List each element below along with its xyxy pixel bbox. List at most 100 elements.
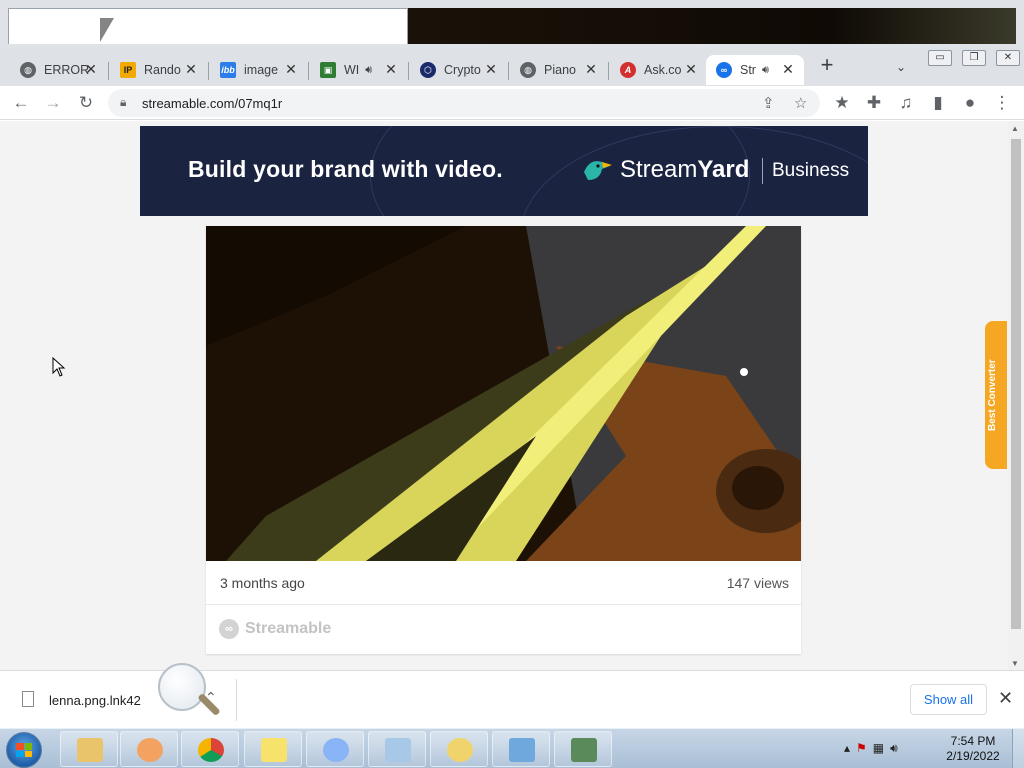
streamable-footer-logo[interactable]: ∞ Streamable [219,619,331,639]
download-file-name[interactable]: lenna.png.lnk42 [49,693,141,708]
game-icon: ▣ [320,62,336,78]
view-count: 147 views [726,575,789,591]
video-player[interactable] [206,226,801,561]
scrollbar-thumb[interactable] [1011,139,1021,629]
tab-crypto[interactable]: ⬡ Crypto ✕ [410,55,507,85]
speaker-icon[interactable]: 🔊︎ [762,64,769,77]
volume-icon[interactable]: 🔊︎ [890,741,898,756]
taskbar-magnifier[interactable] [306,731,364,767]
close-icon[interactable]: ✕ [283,62,299,78]
close-icon[interactable]: ✕ [83,62,99,78]
taskbar-speech[interactable] [430,731,488,767]
clock-date: 2/19/2022 [946,749,1000,763]
show-all-button[interactable]: Show all [910,684,987,715]
background-window-left [8,8,408,44]
chrome-icon [198,738,224,762]
mouse-pointer-icon [52,357,66,377]
taskbar-chrome[interactable] [181,731,239,767]
speech-bubble-icon [447,738,473,762]
background-window-right [408,8,1016,44]
scroll-down-arrow-icon[interactable]: ▼ [1011,659,1019,668]
tab-label: WI [344,63,360,77]
forward-arrow-icon[interactable]: → [43,93,63,113]
clock-time: 7:54 PM [950,734,996,748]
folder-icon [77,738,103,762]
taskbar-task-manager[interactable] [554,731,612,767]
minimize-button[interactable]: ▭ [928,50,952,66]
profile-avatar-icon[interactable]: ● [960,93,980,113]
tab-image[interactable]: ibb image ✕ [210,55,307,85]
ask-icon: A [620,62,636,78]
crypto-icon: ⬡ [420,62,436,78]
ip-icon: IP [120,62,136,78]
globe-icon: ◍ [520,62,536,78]
side-panel-icon[interactable]: ▮ [928,93,948,113]
show-desktop-button[interactable] [1012,729,1024,768]
page-scrollbar[interactable]: ▲ ▼ [1008,121,1024,670]
bookmark-star-icon[interactable]: ☆ [794,94,807,112]
menu-kebab-icon[interactable]: ⋮ [992,93,1012,113]
ad-brand: StreamYard [620,156,750,183]
lock-icon[interactable]: 🔒︎ [120,95,126,110]
large-cursor-icon [100,18,114,42]
system-clock[interactable]: 7:54 PM 2/19/2022 [938,734,1008,764]
tab-piano[interactable]: ◍ Piano ✕ [510,55,607,85]
streamable-icon: ∞ [716,62,732,78]
ad-banner[interactable]: Build your brand with video. StreamYard … [140,126,868,216]
taskbar-sticky-notes[interactable] [244,731,302,767]
media-player-icon [137,738,163,762]
close-icon[interactable]: ✕ [583,62,599,78]
browser-tab-bar: ◍ ERROR ✕ IP Rando ✕ ibb image ✕ ▣ WI 🔊︎… [0,48,1024,86]
address-bar[interactable]: 🔒︎ streamable.com/07mq1r ⇪ ☆ [108,89,820,117]
windows-logo-icon [16,743,32,757]
taskbar-photo-viewer[interactable] [492,731,550,767]
globe-icon: ◍ [20,62,36,78]
new-tab-button[interactable]: + [816,54,838,77]
restore-button[interactable]: ❐ [962,50,986,66]
speaker-icon[interactable]: 🔊︎ [365,64,372,77]
back-arrow-icon[interactable]: ← [11,93,31,113]
system-tray: ▴ ⚑ ▦ 🔊︎ [844,741,898,756]
windows-taskbar: ▴ ⚑ ▦ 🔊︎ 7:54 PM 2/19/2022 [0,728,1024,768]
tab-streamable-active[interactable]: ∞ Str 🔊︎ ✕ [706,55,804,85]
window-controls: ▭ ❐ ✕ [928,50,1024,66]
taskbar-keyboard[interactable] [368,731,426,767]
close-window-button[interactable]: ✕ [996,50,1020,66]
upload-time: 3 months ago [220,575,305,591]
media-control-icon[interactable]: ♫ [896,93,916,113]
page-content: Build your brand with video. StreamYard … [0,121,1008,670]
flag-alert-icon[interactable]: ⚑ [856,741,867,756]
tab-label: Str [740,63,756,77]
show-hidden-icons-arrow-icon[interactable]: ▴ [844,741,850,756]
taskbar-media-player[interactable] [120,731,178,767]
magnifier-icon [323,738,349,762]
streamyard-bird-logo-icon [584,161,612,180]
file-icon [22,691,34,707]
tab-search-chevron-icon[interactable]: ⌄ [896,60,906,74]
tab-ask[interactable]: A Ask.co ✕ [610,55,707,85]
network-icon[interactable]: ▦ [873,741,884,756]
scroll-up-arrow-icon[interactable]: ▲ [1011,124,1019,133]
video-card: 3 months ago 147 views ∞ Streamable [206,226,801,654]
url-text[interactable]: streamable.com/07mq1r [142,96,282,111]
close-icon[interactable]: ✕ [780,62,796,78]
close-icon[interactable]: ✕ [683,62,699,78]
tab-error[interactable]: ◍ ERROR ✕ [10,55,107,85]
extensions-puzzle-icon[interactable]: ✚ [864,93,884,113]
share-icon[interactable]: ⇪ [762,94,775,112]
chevron-up-icon[interactable]: ⌃ [205,689,217,706]
close-icon[interactable]: ✕ [483,62,499,78]
start-button[interactable] [6,732,42,768]
starred-extension-icon[interactable]: ★ [832,93,852,113]
tab-random[interactable]: IP Rando ✕ [110,55,207,85]
taskbar-explorer[interactable] [60,731,118,767]
keyboard-icon [385,738,411,762]
close-icon[interactable]: ✕ [383,62,399,78]
close-download-bar-icon[interactable]: ✕ [998,688,1013,709]
streamable-icon: ∞ [219,619,239,639]
tab-wi[interactable]: ▣ WI 🔊︎ ✕ [310,55,407,85]
reload-icon[interactable]: ↻ [76,93,96,113]
close-icon[interactable]: ✕ [183,62,199,78]
browser-toolbar: ← → ↻ 🔒︎ streamable.com/07mq1r ⇪ ☆ ★ ✚ ♫… [0,86,1024,120]
best-converter-side-tab[interactable]: Best Converter [985,321,1007,469]
